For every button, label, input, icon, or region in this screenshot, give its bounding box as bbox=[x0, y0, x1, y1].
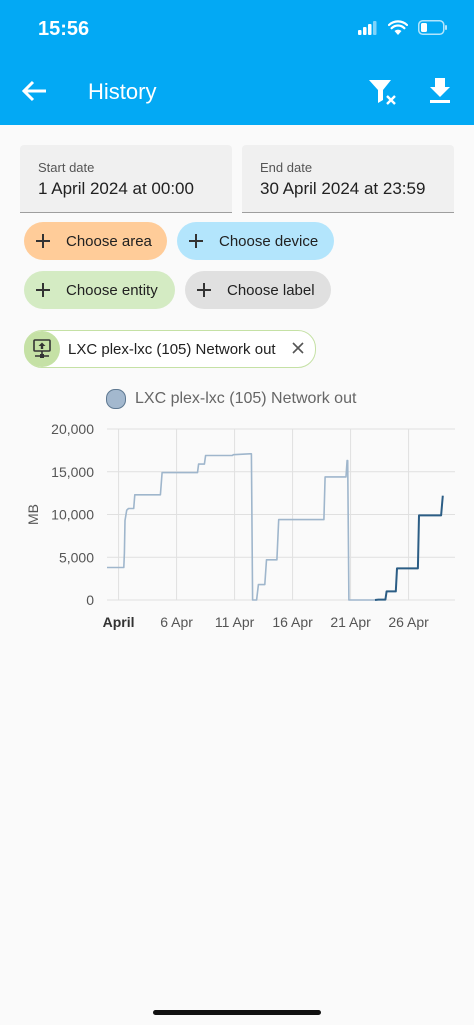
filter-remove-icon[interactable] bbox=[364, 74, 400, 110]
page-title: History bbox=[88, 79, 157, 104]
end-date-label: End date bbox=[260, 160, 313, 175]
x-tick-label: 11 Apr bbox=[215, 614, 255, 630]
series-line-faded bbox=[107, 453, 375, 601]
x-tick-label: 26 Apr bbox=[388, 614, 429, 630]
plus-icon bbox=[197, 283, 211, 297]
home-indicator bbox=[153, 1010, 321, 1015]
choose-area-chip[interactable]: Choose area bbox=[24, 222, 167, 260]
download-icon[interactable] bbox=[422, 74, 458, 110]
legend-label: LXC plex-lxc (105) Network out bbox=[135, 390, 357, 407]
y-tick-label: 15,000 bbox=[51, 464, 94, 480]
x-tick-label: April bbox=[103, 614, 135, 630]
choose-label-chip[interactable]: Choose label bbox=[185, 271, 331, 309]
x-tick-label: 16 Apr bbox=[272, 614, 313, 630]
history-chart[interactable]: 0 5,000 10,000 15,000 20,000 April 6 Apr 11 Apr… bbox=[0, 415, 474, 640]
x-tick-label: 21 Apr bbox=[330, 614, 371, 630]
selected-entity-chip[interactable]: LXC plex-lxc (105) Network out bbox=[24, 330, 316, 368]
choose-entity-label: Choose entity bbox=[66, 281, 158, 299]
choose-entity-chip[interactable]: Choose entity bbox=[24, 271, 175, 309]
plus-icon bbox=[189, 234, 203, 248]
end-date-value: 30 April 2024 at 23:59 bbox=[260, 179, 426, 198]
choose-device-label: Choose device bbox=[219, 232, 319, 250]
choose-area-label: Choose area bbox=[66, 232, 152, 250]
y-tick-label: 5,000 bbox=[59, 549, 94, 565]
y-tick-label: 10,000 bbox=[51, 507, 94, 523]
plus-icon bbox=[36, 234, 50, 248]
remove-entity-icon[interactable] bbox=[289, 339, 307, 357]
start-date-field[interactable]: Start date 1 April 2024 at 00:00 bbox=[20, 145, 232, 213]
cellular-signal-icon bbox=[358, 20, 377, 35]
plus-icon bbox=[36, 283, 50, 297]
status-icons bbox=[358, 20, 448, 35]
choose-label-label: Choose label bbox=[227, 281, 315, 299]
y-tick-label: 0 bbox=[86, 592, 94, 608]
wifi-icon bbox=[388, 20, 408, 35]
legend-swatch bbox=[106, 389, 126, 409]
end-date-field[interactable]: End date 30 April 2024 at 23:59 bbox=[242, 145, 454, 213]
server-network-icon bbox=[24, 331, 60, 367]
y-axis-label: MB bbox=[25, 504, 41, 525]
back-arrow-icon[interactable] bbox=[20, 74, 50, 108]
start-date-label: Start date bbox=[38, 160, 95, 175]
app-bar: 15:56 History bbox=[0, 0, 474, 125]
status-time: 15:56 bbox=[38, 18, 90, 40]
x-tick-label: 6 Apr bbox=[160, 614, 193, 630]
selected-entity-label: LXC plex-lxc (105) Network out bbox=[68, 340, 276, 358]
chart-legend[interactable]: LXC plex-lxc (105) Network out bbox=[106, 389, 356, 409]
y-tick-label: 20,000 bbox=[51, 421, 94, 437]
battery-icon bbox=[418, 20, 447, 35]
start-date-value: 1 April 2024 at 00:00 bbox=[38, 179, 194, 198]
choose-device-chip[interactable]: Choose device bbox=[177, 222, 334, 260]
